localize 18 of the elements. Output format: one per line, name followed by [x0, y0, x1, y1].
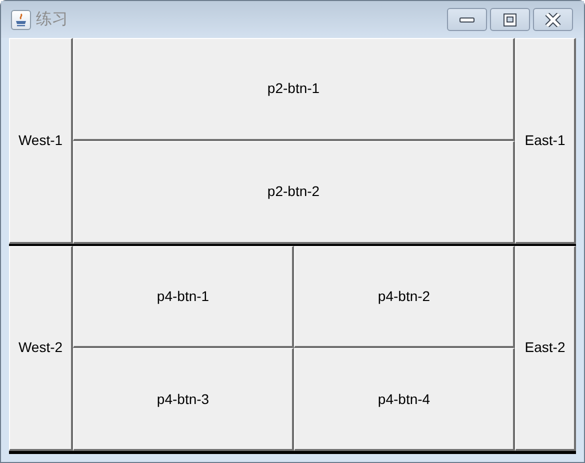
panel-button[interactable]: p4-btn-4	[294, 348, 515, 451]
window-title: 练习	[36, 10, 68, 30]
panel-button[interactable]: p4-btn-2	[294, 246, 515, 348]
app-icon	[11, 10, 31, 30]
panel-button[interactable]: p4-btn-3	[73, 348, 294, 451]
panel-button[interactable]: p4-btn-1	[73, 246, 294, 348]
minimize-icon	[459, 16, 475, 22]
close-icon	[545, 12, 561, 26]
panel-button[interactable]: West-1	[9, 38, 73, 244]
minimize-button[interactable]	[447, 8, 487, 31]
maximize-button[interactable]	[490, 8, 530, 31]
maximize-icon	[503, 12, 517, 26]
panel-button[interactable]: p2-btn-1	[73, 38, 515, 141]
panel-button[interactable]: West-2	[9, 246, 73, 451]
close-button[interactable]	[533, 8, 573, 31]
panel-button[interactable]: p2-btn-2	[73, 140, 515, 244]
panel-button[interactable]: East-2	[515, 246, 576, 451]
panel-button[interactable]: East-1	[515, 38, 576, 244]
